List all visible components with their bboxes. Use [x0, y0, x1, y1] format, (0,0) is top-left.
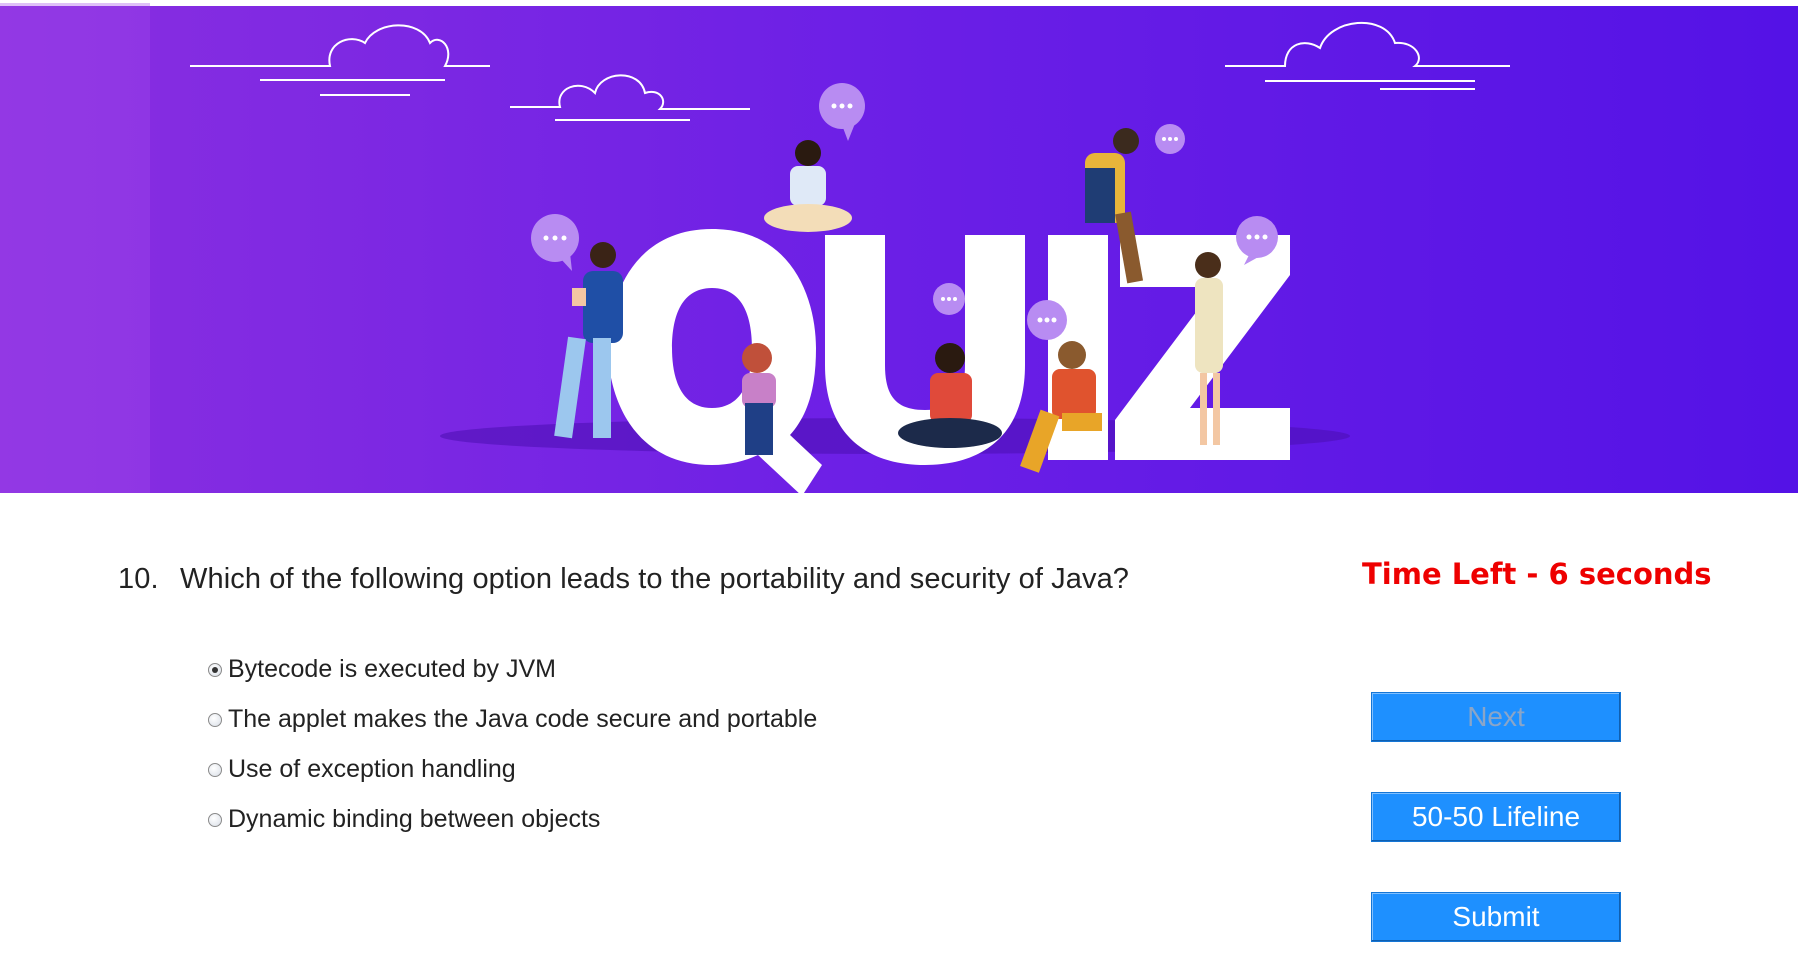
- question-row: 10. Which of the following option leads t…: [118, 563, 1129, 596]
- lifeline-button[interactable]: 50-50 Lifeline: [1371, 792, 1621, 842]
- quiz-banner-illustration: [0, 3, 1798, 493]
- option-label: Bytecode is executed by JVM: [228, 655, 556, 683]
- option-3[interactable]: Use of exception handling: [206, 755, 817, 805]
- option-1[interactable]: Bytecode is executed by JVM: [206, 655, 817, 705]
- radio-button-checked[interactable]: [208, 663, 222, 677]
- question-text: Which of the following option leads to t…: [180, 563, 1130, 595]
- next-button[interactable]: Next: [1371, 692, 1621, 742]
- time-left-label: Time Left - 6 seconds: [1362, 557, 1712, 591]
- option-label: Use of exception handling: [228, 755, 516, 783]
- radio-button[interactable]: [208, 713, 222, 727]
- option-label: The applet makes the Java code secure an…: [228, 705, 818, 733]
- answer-options: Bytecode is executed by JVM The applet m…: [206, 655, 817, 855]
- radio-button[interactable]: [208, 813, 222, 827]
- submit-button[interactable]: Submit: [1371, 892, 1621, 942]
- option-4[interactable]: Dynamic binding between objects: [206, 805, 817, 855]
- option-2[interactable]: The applet makes the Java code secure an…: [206, 705, 817, 755]
- option-label: Dynamic binding between objects: [228, 805, 601, 833]
- person-figure: [742, 343, 776, 455]
- question-number: 10.: [118, 563, 159, 595]
- radio-button[interactable]: [208, 763, 222, 777]
- quiz-banner: [0, 3, 1798, 493]
